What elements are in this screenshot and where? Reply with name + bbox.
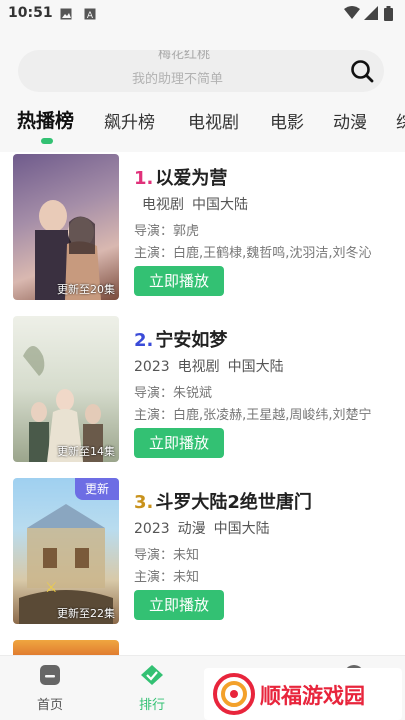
tab-anime[interactable]: 动漫 xyxy=(333,108,367,133)
item-title[interactable]: 1. 以爱为营 xyxy=(134,164,227,190)
poster-image[interactable] xyxy=(13,640,119,656)
search-icon[interactable] xyxy=(350,59,374,83)
item-type: 电视剧 xyxy=(177,359,220,375)
tab-variety[interactable]: 综 xyxy=(396,108,405,133)
gallery-icon xyxy=(60,8,72,20)
list-item[interactable]: ⚔ 更新 更新至22集 3. 斗罗大陆2绝世唐门 2023 动漫 中国大陆 导演：未知… xyxy=(0,476,405,626)
title-text: 以爱为营 xyxy=(155,168,228,189)
tab-tv-series[interactable]: 电视剧 xyxy=(188,108,239,133)
search-hint: 我的助理不简单 xyxy=(132,72,224,87)
item-region: 中国大陆 xyxy=(192,197,248,213)
nav-ranking-label: 排行 xyxy=(138,698,165,713)
tab-movie[interactable]: 电影 xyxy=(270,108,304,133)
search-area: 梅花红桃 我的助理不简单 xyxy=(0,28,405,100)
rank-number: 3. xyxy=(134,492,154,513)
status-bar: 10:51 A xyxy=(0,0,405,28)
watermark: 顺福游戏园 xyxy=(204,668,402,720)
episode-count: 更新至22集 xyxy=(57,607,115,620)
item-type: 动漫 xyxy=(177,521,206,537)
ranking-icon xyxy=(141,665,163,685)
list-item[interactable]: 更新至20集 1. 以爱为营 电视剧 中国大陆 导演：郭虎 主演：白鹿,王鹤棣,魏哲… xyxy=(0,152,405,302)
item-region: 中国大陆 xyxy=(213,521,270,537)
poster-image[interactable]: 更新至14集 xyxy=(13,316,119,462)
rank-number: 2. xyxy=(134,330,154,351)
nav-home-label: 首页 xyxy=(36,698,63,713)
item-region: 中国大陆 xyxy=(227,359,284,375)
play-button[interactable]: 立即播放 xyxy=(134,590,224,620)
item-cast: 主演：白鹿,王鹤棣,魏哲鸣,沈羽洁,刘冬沁 xyxy=(134,246,372,261)
title-text: 斗罗大陆2绝世唐门 xyxy=(155,492,312,513)
nav-ranking[interactable]: 排行 xyxy=(122,664,182,713)
item-director: 导演：郭虎 xyxy=(134,224,200,239)
home-icon xyxy=(40,665,60,685)
list-item[interactable]: 更新至14集 2. 宁安如梦 2023 电视剧 中国大陆 导演：朱锐斌 主演：白鹿,张… xyxy=(0,314,405,464)
search-hint-top: 梅花红桃 xyxy=(158,50,211,62)
title-text: 宁安如梦 xyxy=(155,330,228,351)
play-button[interactable]: 立即播放 xyxy=(134,266,224,296)
episode-count: 更新至20集 xyxy=(57,283,115,296)
item-meta: 2023 电视剧 中国大陆 xyxy=(134,356,292,376)
item-title[interactable]: 3. 斗罗大陆2绝世唐门 xyxy=(134,488,312,514)
tab-rising[interactable]: 飙升榜 xyxy=(104,108,155,133)
poster-image[interactable]: 更新至20集 xyxy=(13,154,119,300)
category-tabs: 热播榜 飙升榜 电视剧 电影 动漫 综 xyxy=(0,100,405,152)
item-meta: 2023 动漫 中国大陆 xyxy=(134,518,278,538)
watermark-text: 顺福游戏园 xyxy=(260,684,365,708)
poster-artwork xyxy=(23,346,103,462)
poster-image[interactable]: ⚔ 更新 更新至22集 xyxy=(13,478,119,624)
item-meta: 电视剧 中国大陆 xyxy=(142,194,256,214)
item-title[interactable]: 2. 宁安如梦 xyxy=(134,326,227,352)
rank-number: 1. xyxy=(134,168,154,189)
signal-icon xyxy=(364,6,378,20)
update-badge: 更新 xyxy=(75,478,119,500)
item-director: 导演：未知 xyxy=(134,548,200,563)
item-cast: 主演：未知 xyxy=(134,570,200,585)
svg-text:A: A xyxy=(87,11,94,20)
battery-icon xyxy=(384,6,393,21)
status-time: 10:51 xyxy=(8,5,53,21)
nav-home[interactable]: 首页 xyxy=(20,664,80,713)
play-button[interactable]: 立即播放 xyxy=(134,428,224,458)
tab-hot[interactable]: 热播榜 xyxy=(17,106,74,133)
svg-text:⚔: ⚔ xyxy=(45,580,58,596)
wifi-icon xyxy=(344,6,360,19)
watermark-logo-icon xyxy=(213,673,255,715)
poster-artwork xyxy=(35,200,101,300)
notification-a-icon: A xyxy=(84,8,96,20)
episode-count: 更新至14集 xyxy=(57,445,115,458)
item-cast: 主演：白鹿,张凌赫,王星越,周峻纬,刘楚宁 xyxy=(134,408,372,423)
search-input[interactable]: 梅花红桃 我的助理不简单 xyxy=(18,50,384,92)
item-year: 2023 xyxy=(134,359,170,375)
item-year: 2023 xyxy=(134,521,170,537)
tab-indicator xyxy=(41,138,53,144)
item-type: 电视剧 xyxy=(142,197,184,213)
item-director: 导演：朱锐斌 xyxy=(134,386,213,401)
